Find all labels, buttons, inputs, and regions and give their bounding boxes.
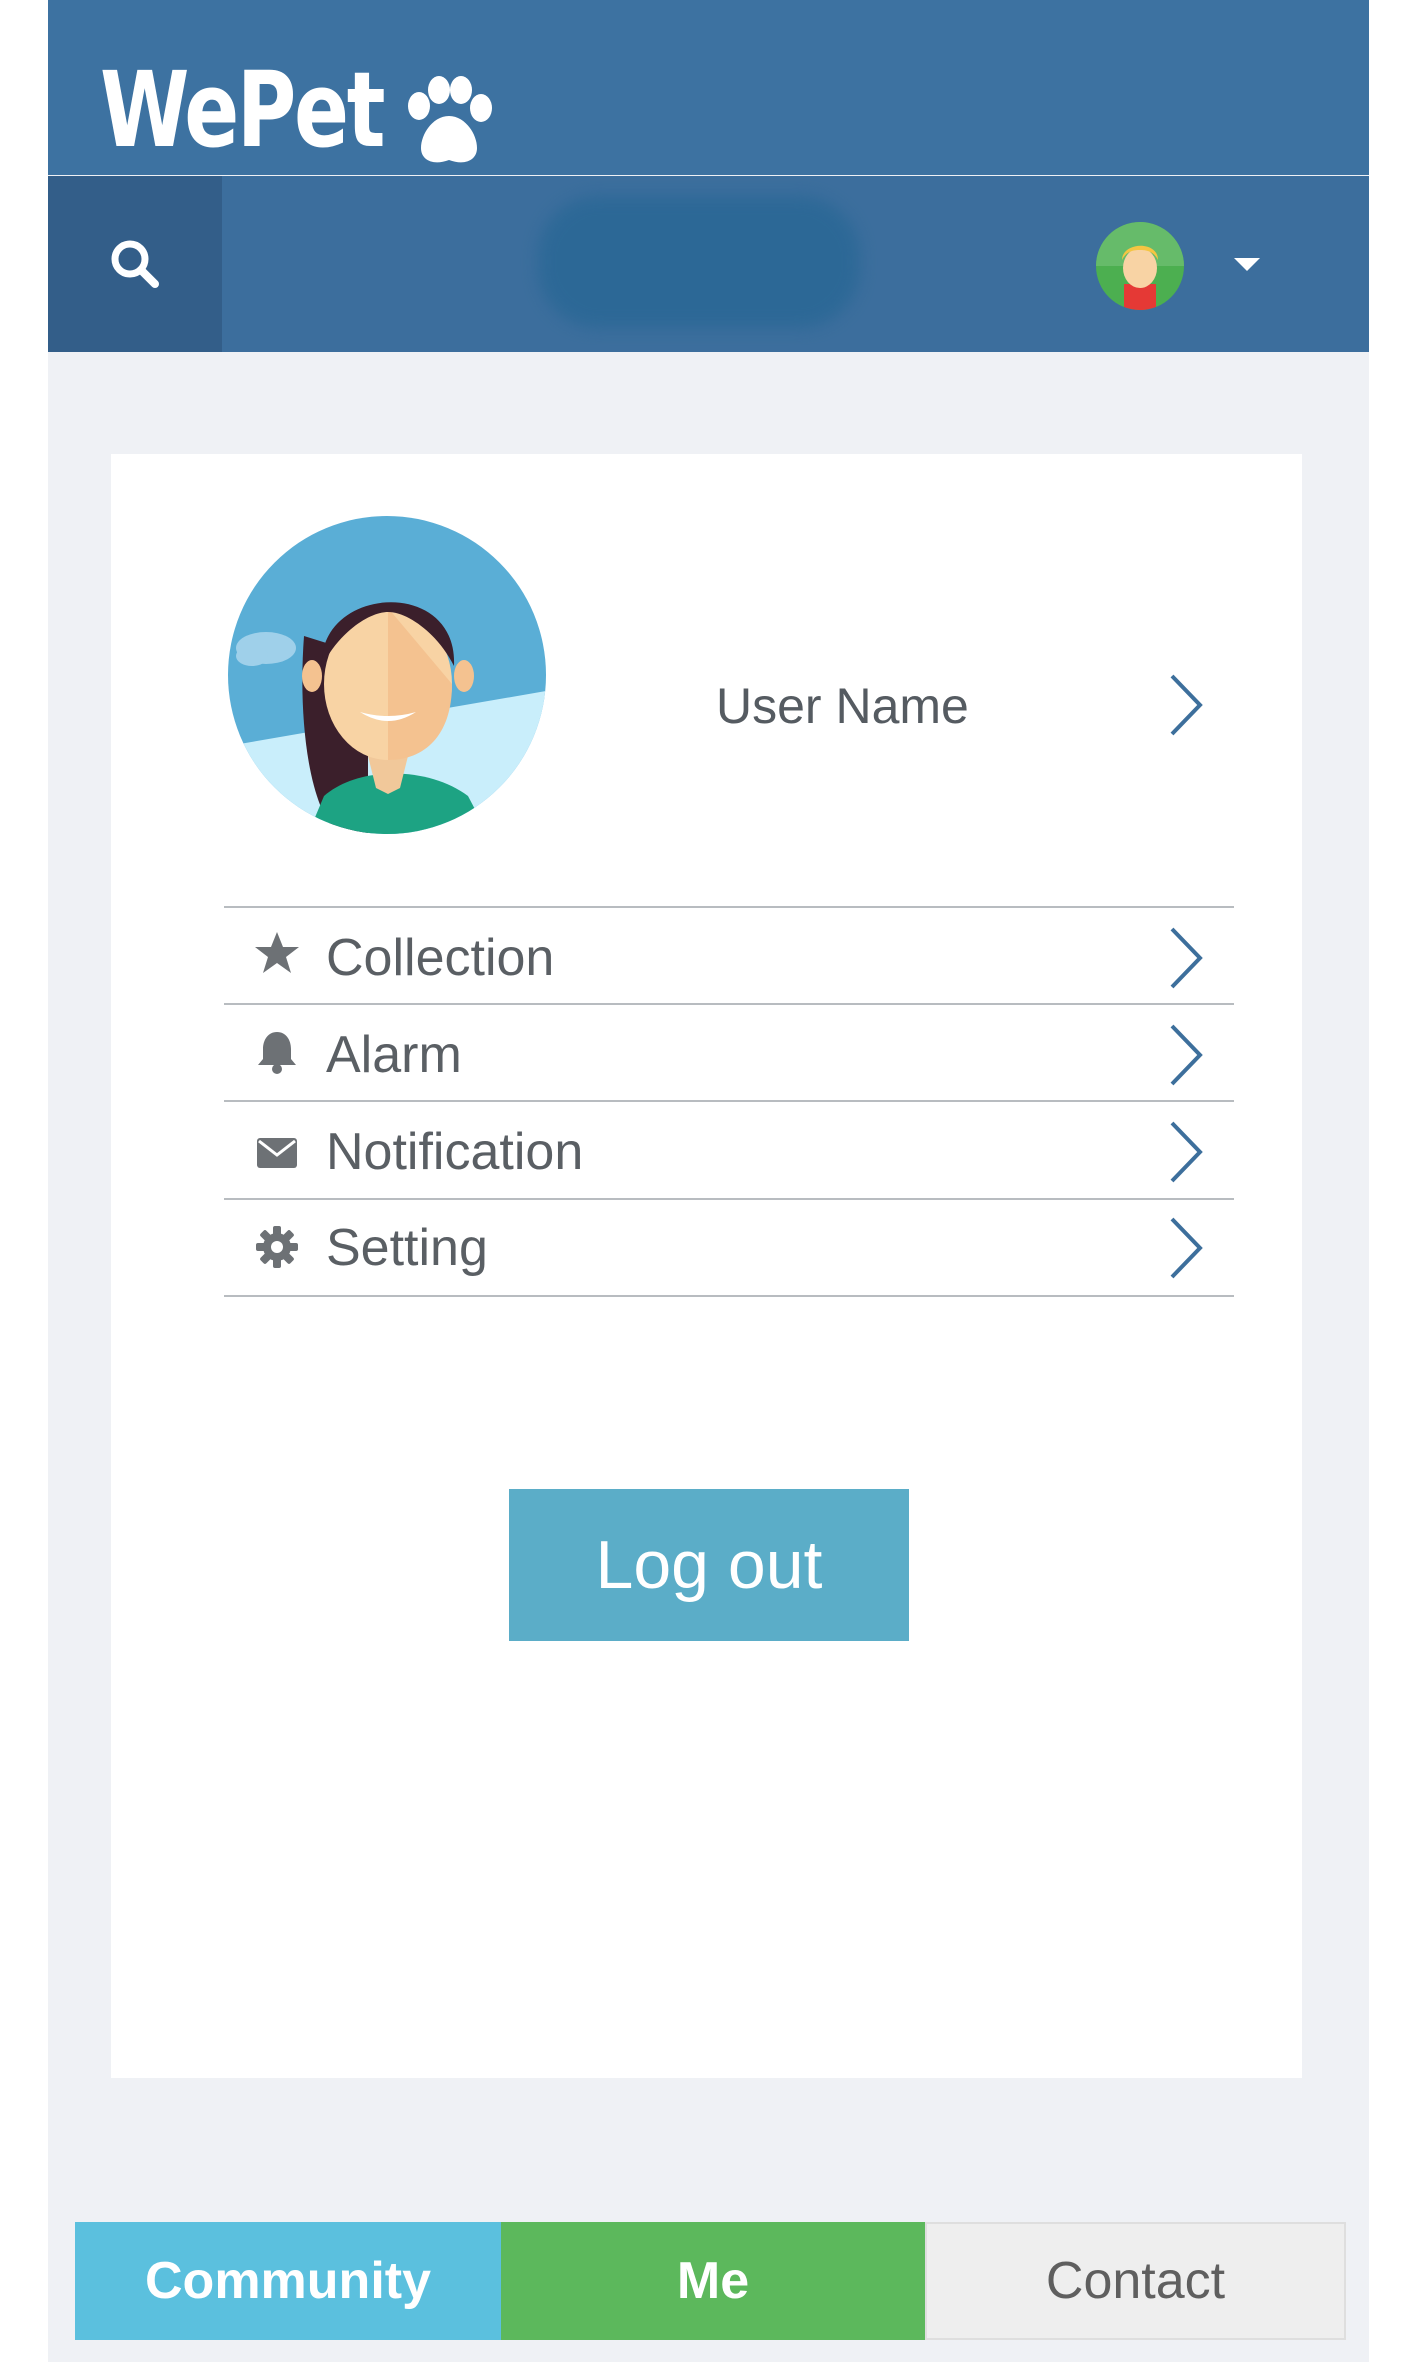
menu-label: Setting <box>326 1219 488 1277</box>
menu-label: Notification <box>326 1123 584 1181</box>
star-icon <box>255 932 299 973</box>
blurred-region <box>538 196 860 328</box>
bell-icon <box>258 1032 296 1074</box>
tab-me[interactable]: Me <box>501 2222 925 2340</box>
envelope-icon <box>257 1138 297 1168</box>
menu-label: Collection <box>326 929 555 987</box>
chevron-right-icon <box>1170 927 1203 989</box>
menu-item-notification[interactable]: Notification <box>226 1104 1232 1200</box>
user-name[interactable]: User Name <box>716 676 969 736</box>
bottom-tab-bar: Community Me Contact <box>75 2222 1346 2340</box>
chevron-right-icon <box>1170 1024 1203 1086</box>
menu-item-setting[interactable]: Setting <box>226 1202 1232 1298</box>
chevron-right-icon[interactable] <box>1166 672 1206 738</box>
paw-icon <box>408 76 492 163</box>
menu-item-alarm[interactable]: Alarm <box>226 1007 1232 1103</box>
menu-divider <box>224 906 1234 908</box>
gear-icon <box>256 1226 298 1268</box>
menu-label: Alarm <box>326 1026 462 1084</box>
logout-button[interactable]: Log out <box>509 1489 909 1641</box>
menu-item-collection[interactable]: Collection <box>226 910 1232 1006</box>
app-logo: WePet <box>100 49 385 171</box>
tab-community[interactable]: Community <box>75 2222 501 2340</box>
user-avatar-icon[interactable] <box>1096 222 1184 310</box>
tab-contact[interactable]: Contact <box>925 2222 1346 2340</box>
caret-down-icon[interactable] <box>1234 258 1260 271</box>
search-icon <box>111 240 159 288</box>
woman-avatar-icon <box>228 516 546 834</box>
search-button[interactable] <box>48 176 222 352</box>
chevron-right-icon <box>1170 1217 1203 1279</box>
chevron-right-icon <box>1170 1121 1203 1183</box>
